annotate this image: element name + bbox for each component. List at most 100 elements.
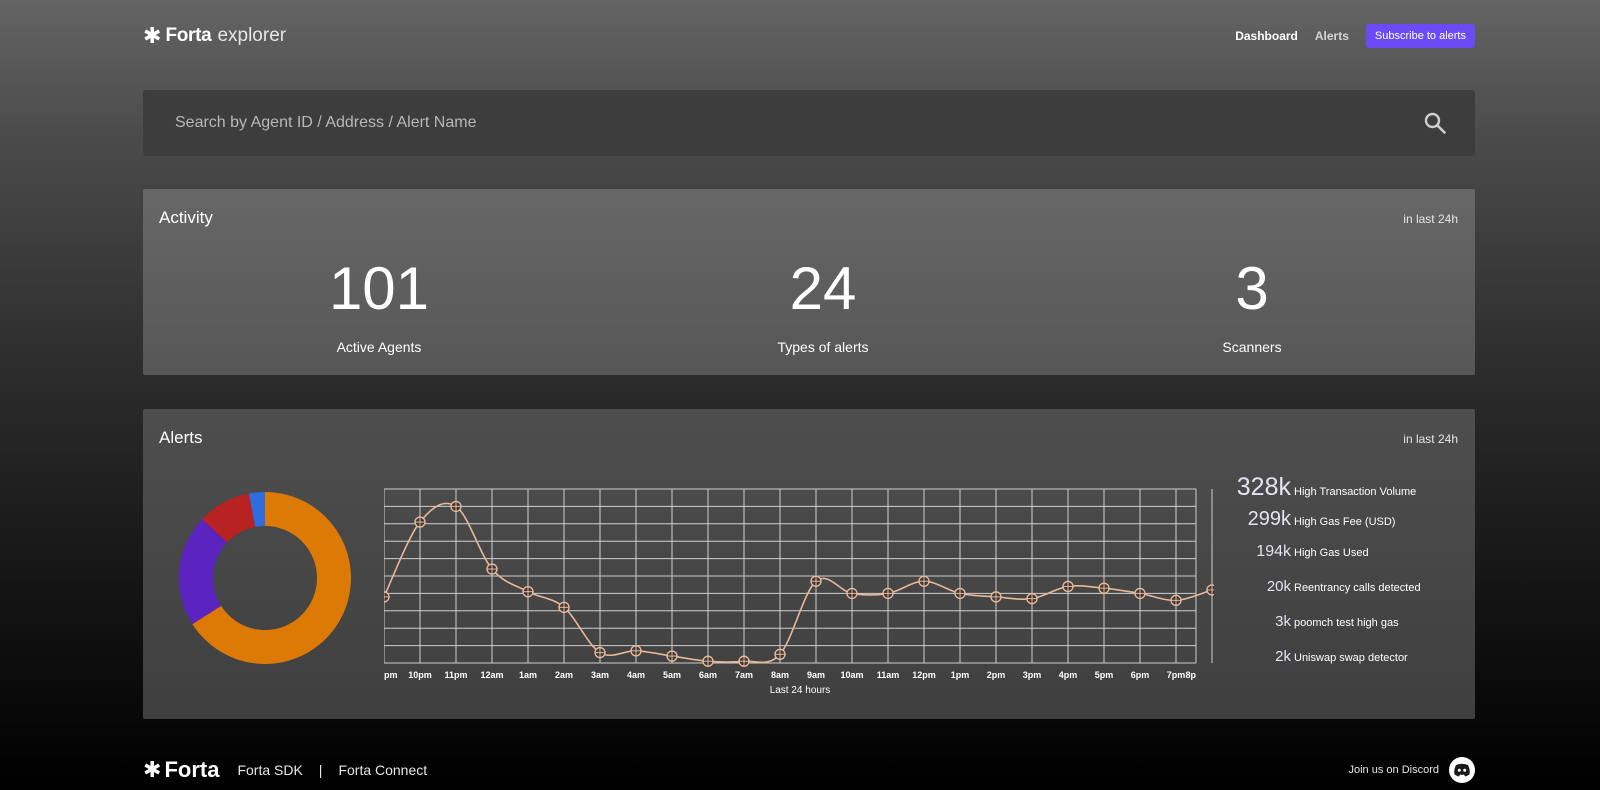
data-point[interactable] bbox=[1026, 592, 1038, 605]
discord-label[interactable]: Join us on Discord bbox=[1349, 764, 1440, 776]
data-point[interactable] bbox=[450, 500, 462, 513]
forta-star-icon: ✱ bbox=[143, 757, 162, 782]
data-point[interactable] bbox=[918, 575, 930, 587]
data-point[interactable] bbox=[1098, 582, 1110, 594]
footer-links: ✱ Forta Forta SDK | Forta Connect bbox=[143, 757, 427, 783]
data-point[interactable] bbox=[1062, 580, 1074, 593]
data-point[interactable] bbox=[882, 587, 894, 600]
stat-label: Types of alerts bbox=[777, 339, 869, 355]
data-point[interactable] bbox=[738, 655, 750, 667]
logo-subtitle: explorer bbox=[217, 25, 287, 46]
subscribe-button[interactable]: Subscribe to alerts bbox=[1365, 24, 1475, 48]
x-tick-label: 5pm bbox=[1095, 670, 1114, 680]
data-point[interactable] bbox=[1170, 594, 1182, 607]
stat-scanners: 3 Scanners bbox=[1102, 259, 1402, 356]
alerts-donut-chart[interactable] bbox=[176, 489, 354, 667]
x-tick-label: 7pm bbox=[1167, 670, 1186, 680]
legend-value: 2k bbox=[1275, 648, 1291, 665]
activity-period: in last 24h bbox=[1403, 212, 1458, 226]
x-tick-label: 7am bbox=[735, 670, 753, 680]
top-nav: Dashboard Alerts Subscribe to alerts bbox=[1235, 24, 1475, 48]
search-bar bbox=[143, 90, 1475, 156]
nav-alerts-link[interactable]: Alerts bbox=[1315, 29, 1349, 43]
nav-dashboard-link[interactable]: Dashboard bbox=[1235, 29, 1298, 43]
data-point[interactable] bbox=[486, 563, 498, 575]
alerts-panel: Alerts in last 24h Last 24 hours pm 10pm 1… bbox=[143, 409, 1475, 719]
data-point[interactable] bbox=[846, 587, 858, 600]
data-point[interactable] bbox=[558, 601, 570, 614]
data-point[interactable] bbox=[522, 585, 534, 598]
data-point[interactable] bbox=[810, 575, 822, 587]
x-tick-label: 6am bbox=[699, 670, 717, 680]
search-input[interactable] bbox=[173, 113, 1423, 133]
chart-grid bbox=[384, 488, 1213, 664]
x-tick-label: 2pm bbox=[987, 670, 1006, 680]
x-tick-label: 8am bbox=[771, 670, 789, 680]
x-axis-label: Last 24 hours bbox=[770, 685, 831, 696]
footer-brand: Forta bbox=[164, 757, 220, 782]
data-point[interactable] bbox=[414, 516, 426, 528]
legend-item[interactable]: 2k Uniswap swap detector bbox=[1223, 648, 1463, 683]
x-tick-label: 4pm bbox=[1059, 670, 1078, 680]
footer-discord: Join us on Discord bbox=[1349, 757, 1475, 783]
activity-panel: Activity in last 24h 101 Active Agents 2… bbox=[143, 189, 1475, 375]
data-point[interactable] bbox=[594, 646, 606, 659]
legend-label: High Gas Used bbox=[1294, 547, 1369, 559]
legend-label: Uniswap swap detector bbox=[1294, 652, 1408, 664]
legend-label: poomch test high gas bbox=[1294, 617, 1399, 629]
x-tick-label: 12am bbox=[480, 670, 503, 680]
footer: ✱ Forta Forta SDK | Forta Connect Join u… bbox=[143, 756, 1475, 784]
stat-value: 101 bbox=[328, 255, 430, 322]
activity-title: Activity bbox=[159, 208, 213, 227]
stat-label: Scanners bbox=[1222, 339, 1282, 355]
stat-label: Active Agents bbox=[336, 339, 422, 355]
footer-separator: | bbox=[318, 762, 323, 778]
data-point[interactable] bbox=[384, 591, 390, 603]
logo-brand: Forta bbox=[165, 25, 212, 46]
data-point[interactable] bbox=[1206, 584, 1214, 596]
logo[interactable]: ✱ Forta explorer bbox=[143, 25, 286, 47]
legend-label: High Gas Fee (USD) bbox=[1294, 516, 1396, 528]
x-tick-label: 9am bbox=[807, 670, 825, 680]
discord-icon[interactable] bbox=[1449, 757, 1475, 783]
legend-value: 3k bbox=[1275, 613, 1291, 630]
stat-active-agents: 101 Active Agents bbox=[229, 255, 529, 356]
legend-item[interactable]: 299k High Gas Fee (USD) bbox=[1223, 508, 1463, 543]
x-tick-label: 6pm bbox=[1131, 670, 1150, 680]
forta-star-icon: ✱ bbox=[143, 23, 162, 48]
legend-item[interactable]: 20k Reentrancy calls detected bbox=[1223, 578, 1463, 613]
footer-logo[interactable]: ✱ Forta bbox=[143, 757, 219, 783]
data-point[interactable] bbox=[774, 648, 786, 661]
footer-link-sdk[interactable]: Forta SDK bbox=[237, 762, 302, 778]
legend-item[interactable]: 328k High Transaction Volume bbox=[1223, 473, 1463, 508]
x-tick-label: 2am bbox=[555, 670, 573, 680]
legend-value: 328k bbox=[1236, 473, 1291, 501]
legend-item[interactable]: 194k High Gas Used bbox=[1223, 543, 1463, 578]
data-point[interactable] bbox=[666, 650, 678, 662]
data-point[interactable] bbox=[702, 655, 714, 667]
legend-value: 299k bbox=[1247, 508, 1291, 530]
data-point[interactable] bbox=[990, 591, 1002, 603]
legend-item[interactable]: 3k poomch test high gas bbox=[1223, 613, 1463, 648]
x-tick-label: 12pm bbox=[912, 670, 936, 680]
x-tick-label: 1pm bbox=[951, 670, 970, 680]
alerts-title: Alerts bbox=[159, 428, 203, 447]
x-tick-label: 4am bbox=[627, 670, 645, 680]
legend-label: High Transaction Volume bbox=[1294, 486, 1417, 498]
footer-link-connect[interactable]: Forta Connect bbox=[338, 762, 427, 778]
alerts-legend: 328k High Transaction Volume 299k High G… bbox=[1223, 473, 1463, 683]
x-tick-label: pm bbox=[384, 670, 398, 680]
data-point[interactable] bbox=[630, 645, 642, 657]
legend-value: 194k bbox=[1256, 543, 1291, 560]
x-tick-label: 10am bbox=[840, 670, 863, 680]
alerts-line-chart[interactable]: Last 24 hours pm 10pm 11pm 12am 1am 2am 3am 4am… bbox=[384, 477, 1214, 702]
x-tick-label: 3am bbox=[591, 670, 609, 680]
x-tick-label: 10pm bbox=[408, 670, 432, 680]
search-icon[interactable] bbox=[1423, 111, 1447, 135]
x-tick-label: 8p bbox=[1185, 670, 1196, 680]
data-point[interactable] bbox=[954, 587, 966, 600]
data-point[interactable] bbox=[1134, 587, 1146, 600]
x-tick-label: 1am bbox=[519, 670, 537, 680]
x-tick-label: 11am bbox=[877, 670, 900, 680]
series-line bbox=[384, 502, 1213, 664]
